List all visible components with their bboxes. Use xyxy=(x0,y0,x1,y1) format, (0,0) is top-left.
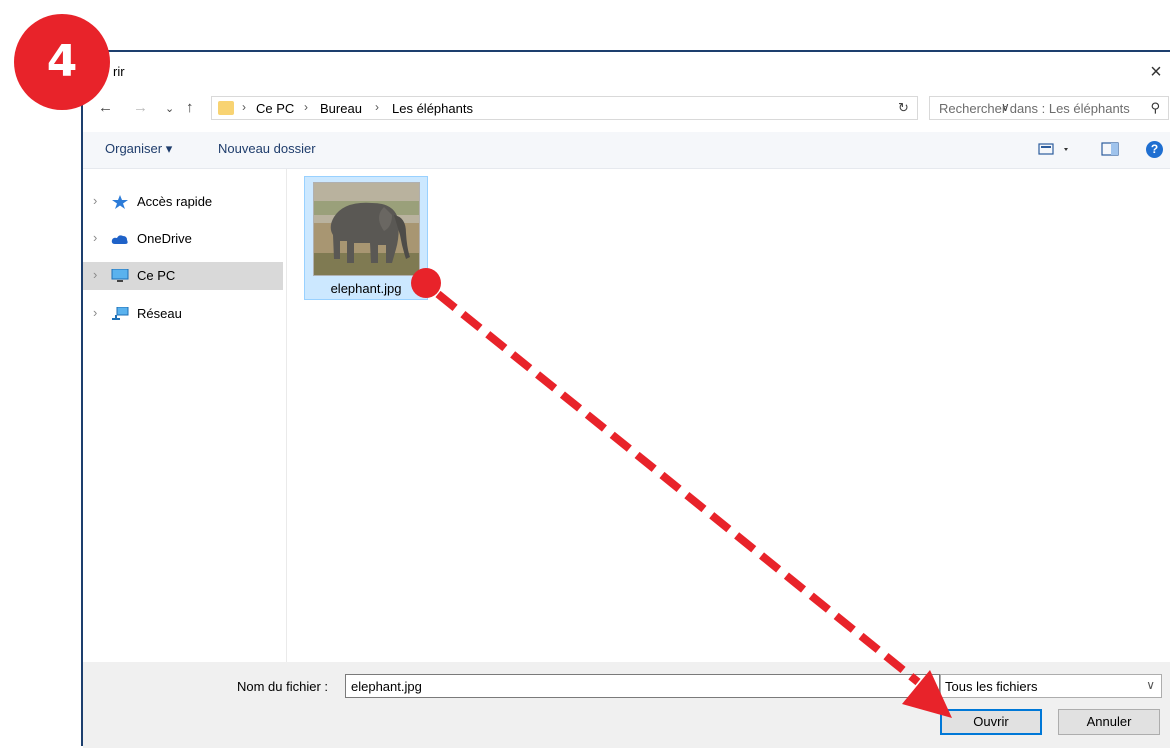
dashed-arrow-line xyxy=(435,290,921,686)
drag-start-dot xyxy=(411,268,441,298)
arrow-head-icon xyxy=(902,670,952,718)
step-number-badge: 4 xyxy=(14,14,110,110)
drag-arrow-annotation xyxy=(411,268,952,718)
